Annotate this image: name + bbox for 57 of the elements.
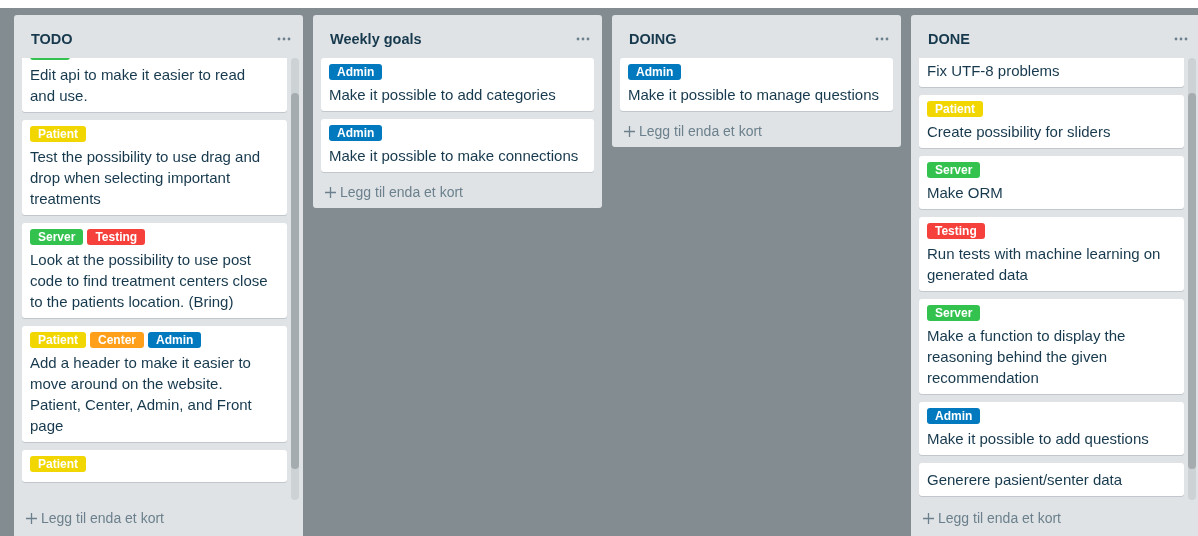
list-title: TODO (31, 30, 73, 47)
card-text: Make a function to display the reasoning behind the given recommendation (927, 326, 1127, 388)
card-label: Center (90, 332, 145, 348)
card-text: Edit api to make it easier to read and use. (30, 65, 247, 106)
plus-icon (325, 186, 336, 198)
card-label: Patient (30, 456, 86, 472)
task-card[interactable]: Fix UTF-8 problems (919, 58, 1184, 87)
task-card[interactable]: Server Make ORM (919, 156, 1184, 209)
card-text: Add a header to make it easier to move around on the website. Patient, Center, Admin, and Front page (30, 353, 253, 436)
card-text: Run tests with machine learning on generated data (927, 244, 1162, 285)
card-text: Make it possible to add questions (927, 429, 1150, 449)
card-text: Test the possibility to use drag and drop when selecting important treatments (30, 147, 262, 209)
card-text: Fix UTF-8 problems (927, 61, 1061, 81)
task-card[interactable]: Server Testing Look at the possibility to use post code to find treatment centers close to the patients location. (Bring) (22, 223, 287, 318)
menu-icon (875, 36, 889, 41)
card-label: Patient (927, 101, 983, 117)
card-label: Server (30, 229, 84, 245)
task-card[interactable]: Admin Make it possible to manage questions (620, 58, 893, 111)
task-card[interactable]: Admin Make it possible to make connections (321, 119, 594, 172)
card-text: Make it possible to manage questions (628, 85, 880, 105)
card-label: Patient (30, 332, 86, 348)
card-text: Generere pasient/senter data (927, 470, 1124, 490)
menu-icon (576, 36, 590, 41)
card-label: Testing (927, 223, 985, 239)
plus-icon (624, 125, 635, 137)
card-text: Make ORM (927, 183, 1004, 203)
card-label: Admin (329, 64, 383, 80)
card-label: Server (927, 305, 981, 321)
card-text: Make it possible to add categories (329, 85, 557, 105)
card-text: Look at the possibility to use post code to find treatment centers close to the patients location. (Bring) (30, 250, 269, 312)
card-label: Testing (87, 229, 146, 245)
list-title: Weekly goals (330, 30, 422, 47)
task-card[interactable]: Patient Center Admin Add a header to make it easier to move around on the website. Patient, Center, Admin, and Front page (22, 326, 287, 442)
task-card[interactable]: Server Make a function to display the reasoning behind the given recommendation (919, 299, 1184, 394)
card-label: Admin (148, 332, 202, 348)
plus-icon (26, 512, 37, 524)
menu-icon (277, 36, 291, 41)
task-card[interactable]: Patient Test the possibility to use drag and drop when selecting important treatments (22, 120, 287, 215)
list-title: DOING (629, 30, 677, 47)
card-label: Server (927, 162, 981, 178)
scrollbar[interactable] (1188, 58, 1196, 500)
task-card[interactable]: Generere pasient/senter data (919, 463, 1184, 496)
card-label: Admin (329, 125, 383, 141)
scrollbar[interactable] (291, 58, 299, 500)
card-label: Patient (30, 126, 86, 142)
menu-icon (1174, 36, 1188, 41)
card-text: Create possibility for sliders (927, 122, 1112, 142)
list-title: DONE (928, 30, 970, 47)
task-card[interactable]: Edit api to make it easier to read and use. (22, 58, 287, 112)
card-label: Admin (927, 408, 981, 424)
plus-icon (923, 512, 934, 524)
task-card[interactable]: Patient Create possibility for sliders (919, 95, 1184, 148)
task-card[interactable]: Admin Make it possible to add questions (919, 402, 1184, 455)
card-text: Make it possible to make connections (329, 146, 580, 166)
task-card[interactable]: Admin Make it possible to add categories (321, 58, 594, 111)
task-card[interactable]: Testing Run tests with machine learning on generated data (919, 217, 1184, 291)
card-label: Admin (628, 64, 682, 80)
